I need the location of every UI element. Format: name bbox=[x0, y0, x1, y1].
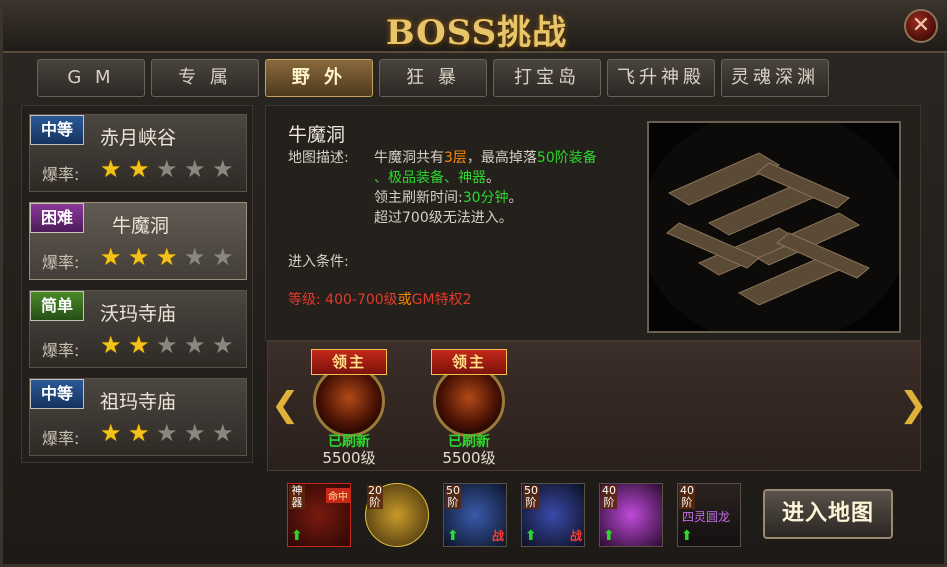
class-tag: 战 bbox=[491, 529, 504, 543]
enter-map-button[interactable]: 进入地图 bbox=[763, 489, 893, 539]
star-filled-icon: ★ bbox=[128, 155, 150, 183]
wings-item-icon[interactable]: 20阶 bbox=[365, 483, 429, 547]
star-empty-icon: ★ bbox=[184, 331, 206, 359]
star-filled-icon: ★ bbox=[100, 331, 122, 359]
map-item-niumo[interactable]: 困难 牛魔洞 爆率: ★ ★ ★ ★ ★ bbox=[29, 202, 247, 280]
star-filled-icon: ★ bbox=[100, 419, 122, 447]
map-description: 牛魔洞共有3层，最高掉落50阶装备 、极品装备、神器。 领主刷新时间:30分钟。… bbox=[374, 150, 597, 226]
class-tag: 战 bbox=[569, 529, 582, 543]
star-filled-icon: ★ bbox=[128, 331, 150, 359]
upgrade-arrow-icon: ⬆ bbox=[603, 528, 615, 544]
difficulty-badge: 困难 bbox=[30, 203, 84, 233]
tab-ascension-temple[interactable]: 飞升神殿 bbox=[607, 59, 715, 97]
map-item-zuma[interactable]: 中等 祖玛寺庙 爆率: ★ ★ ★ ★ ★ bbox=[29, 378, 247, 456]
difficulty-badge: 中等 bbox=[30, 379, 84, 409]
tab-exclusive[interactable]: 专 属 bbox=[151, 59, 259, 97]
star-filled-icon: ★ bbox=[100, 243, 122, 271]
star-filled-icon: ★ bbox=[156, 243, 178, 271]
drop-rate-label: 爆率: bbox=[42, 165, 80, 184]
detail-map-name: 牛魔洞 bbox=[288, 124, 346, 146]
star-empty-icon: ★ bbox=[156, 419, 178, 447]
upgrade-arrow-icon: ⬆ bbox=[291, 528, 303, 544]
arrow-right-icon[interactable]: ❯ bbox=[899, 385, 928, 425]
entry-condition-label: 进入条件: bbox=[288, 254, 349, 270]
drop-rate-label: 爆率: bbox=[42, 429, 80, 448]
boss-card[interactable]: 领主 已刷新 5500级 bbox=[419, 347, 519, 467]
map-name: 赤月峡谷 bbox=[100, 127, 177, 149]
boss-banner: 领主 bbox=[311, 349, 387, 375]
drop-rate-label: 爆率: bbox=[42, 341, 80, 360]
boss-portrait-icon bbox=[433, 365, 505, 437]
star-empty-icon: ★ bbox=[212, 155, 234, 183]
upgrade-arrow-icon: ⬆ bbox=[525, 528, 537, 544]
boss-level: 5500级 bbox=[322, 449, 376, 467]
dungeon-map-icon bbox=[649, 123, 899, 331]
weapon-item-icon[interactable]: 50阶 ⬆ 战 bbox=[443, 483, 507, 547]
star-empty-icon: ★ bbox=[184, 155, 206, 183]
tab-gm[interactable]: G M bbox=[37, 59, 145, 97]
difficulty-badge: 中等 bbox=[30, 115, 84, 145]
star-empty-icon: ★ bbox=[156, 331, 178, 359]
boss-card[interactable]: 领主 已刷新 5500级 bbox=[299, 347, 399, 467]
difficulty-badge: 简单 bbox=[30, 291, 84, 321]
tab-treasure-island[interactable]: 打宝岛 bbox=[493, 59, 601, 97]
drop-rate-label: 爆率: bbox=[42, 253, 80, 272]
map-name: 沃玛寺庙 bbox=[100, 303, 177, 325]
boss-level: 5500级 bbox=[442, 449, 496, 467]
boss-challenge-window: BOSS挑战 ✕ G M 专 属 野 外 狂 暴 打宝岛 飞升神殿 灵魂深渊 中… bbox=[0, 0, 947, 567]
map-item-chiyue[interactable]: 中等 赤月峡谷 爆率: ★ ★ ★ ★ ★ bbox=[29, 114, 247, 192]
scroll-item-icon[interactable]: 40阶 四灵圆龙 ⬆ bbox=[677, 483, 741, 547]
desc-label: 地图描述: bbox=[288, 150, 349, 166]
drop-tier-tag: 神器 bbox=[289, 485, 305, 509]
title-bar: BOSS挑战 bbox=[3, 3, 947, 53]
star-empty-icon: ★ bbox=[212, 331, 234, 359]
tab-berserk[interactable]: 狂 暴 bbox=[379, 59, 487, 97]
star-empty-icon: ★ bbox=[184, 243, 206, 271]
star-empty-icon: ★ bbox=[212, 243, 234, 271]
tab-soul-abyss[interactable]: 灵魂深渊 bbox=[721, 59, 829, 97]
upgrade-arrow-icon: ⬆ bbox=[681, 528, 693, 544]
map-name: 祖玛寺庙 bbox=[100, 391, 177, 413]
window-title: BOSS挑战 bbox=[385, 13, 568, 53]
upgrade-arrow-icon: ⬆ bbox=[447, 528, 459, 544]
orb-item-icon[interactable]: 40阶 ⬆ bbox=[599, 483, 663, 547]
drop-tier-tag: 50阶 bbox=[523, 484, 539, 509]
arrow-left-icon[interactable]: ❮ bbox=[271, 385, 300, 425]
map-item-woma[interactable]: 简单 沃玛寺庙 爆率: ★ ★ ★ ★ ★ bbox=[29, 290, 247, 368]
star-filled-icon: ★ bbox=[128, 419, 150, 447]
map-list: 中等 赤月峡谷 爆率: ★ ★ ★ ★ ★ 困难 牛魔洞 爆率: ★ ★ ★ ★… bbox=[21, 105, 253, 463]
star-empty-icon: ★ bbox=[184, 419, 206, 447]
star-filled-icon: ★ bbox=[128, 243, 150, 271]
drop-tier-tag: 40阶 bbox=[601, 484, 617, 509]
armor-item-icon[interactable]: 50阶 ⬆ 战 bbox=[521, 483, 585, 547]
star-filled-icon: ★ bbox=[100, 155, 122, 183]
close-icon[interactable]: ✕ bbox=[904, 9, 938, 43]
drop-tier-tag: 40阶 bbox=[679, 484, 695, 509]
artifact-wings-icon[interactable]: 神器 命中 ⬆ bbox=[287, 483, 351, 547]
star-empty-icon: ★ bbox=[156, 155, 178, 183]
boss-portrait-icon bbox=[313, 365, 385, 437]
entry-condition: 等级: 400-700级或GM特权2 bbox=[288, 292, 472, 308]
boss-banner: 领主 bbox=[431, 349, 507, 375]
tab-field[interactable]: 野 外 bbox=[265, 59, 373, 97]
star-empty-icon: ★ bbox=[212, 419, 234, 447]
map-preview-image bbox=[647, 121, 901, 333]
drop-tier-tag: 50阶 bbox=[445, 484, 461, 509]
map-name: 牛魔洞 bbox=[112, 215, 170, 237]
drop-caption: 四灵圆龙 bbox=[682, 510, 731, 524]
drop-tier-tag: 20阶 bbox=[367, 484, 383, 509]
artifact-badge: 命中 bbox=[326, 488, 350, 503]
